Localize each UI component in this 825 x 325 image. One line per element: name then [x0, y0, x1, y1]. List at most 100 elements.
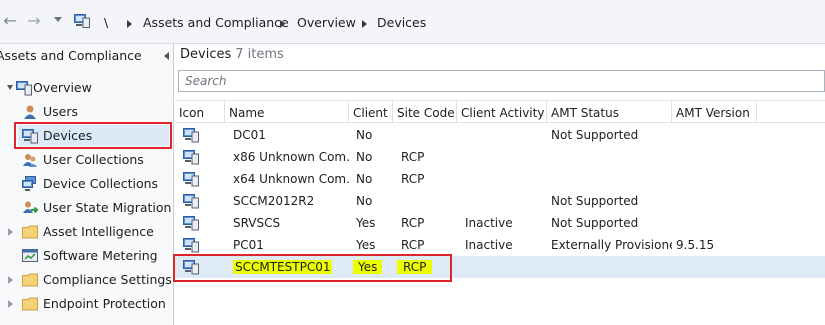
cell-amt-status: Not Supported: [551, 194, 639, 208]
software-metering-icon: [22, 249, 38, 262]
sidebar-item-software-metering[interactable]: Software Metering: [0, 245, 174, 267]
column-header-amt-status[interactable]: AMT Status: [547, 101, 672, 123]
cell-client: Yes: [356, 216, 376, 230]
breadcrumb-overview[interactable]: Overview: [297, 0, 356, 44]
users-icon: [24, 105, 36, 119]
sidebar-item-label: Overview: [33, 80, 92, 95]
cell-amt-status: [547, 256, 672, 278]
sidebar-item-asset-intelligence[interactable]: Asset Intelligence: [0, 221, 174, 243]
item-count: 7 items: [235, 47, 284, 62]
cell-amt-version: [672, 124, 757, 146]
sidebar-item-compliance-settings[interactable]: Compliance Settings: [0, 269, 174, 291]
cell-amt-status: Externally Provisioned: [551, 238, 672, 252]
annotation-box-row: [173, 254, 452, 282]
cell-amt-status: Not Supported: [551, 216, 639, 230]
cell-amt-version: [672, 256, 757, 278]
navigation-bar: ← → \ Assets and Compliance Overview Dev…: [0, 0, 825, 44]
breadcrumb-separator-icon[interactable]: [280, 20, 285, 28]
column-header-client[interactable]: Client: [349, 101, 393, 123]
table-row[interactable]: DC01 No Not Supported: [175, 124, 825, 146]
sidebar-item-endpoint-protection[interactable]: Endpoint Protection: [0, 293, 174, 315]
breadcrumb-devices[interactable]: Devices: [377, 0, 426, 44]
sidebar-item-user-collections[interactable]: User Collections: [0, 149, 174, 171]
cell-amt-version: 9.5.15: [676, 238, 715, 252]
cell-amt-version: [672, 168, 757, 190]
expand-open-icon[interactable]: [7, 85, 13, 90]
table-row[interactable]: SCCM2012R2 No Not Supported: [175, 190, 825, 212]
device-icon: [183, 238, 199, 253]
breadcrumb-assets-and-compliance[interactable]: Assets and Compliance: [143, 0, 289, 44]
expand-closed-icon[interactable]: [8, 228, 13, 236]
sidebar-item-users[interactable]: Users: [0, 101, 174, 123]
sidebar-item-label: User Collections: [43, 152, 144, 167]
sidebar-item-label: User State Migration: [43, 200, 172, 215]
collapse-pane-icon[interactable]: [164, 52, 169, 60]
search-placeholder: Search: [185, 74, 227, 88]
table-row[interactable]: PC01 Yes RCP Inactive Externally Provisi…: [175, 234, 825, 256]
cell-client-activity: [461, 168, 547, 190]
device-icon: [183, 194, 199, 209]
cell-client-activity: [461, 256, 547, 278]
cell-name: PC01: [233, 238, 264, 252]
cell-amt-version: [672, 212, 757, 234]
cell-name: SRVSCS: [233, 216, 281, 230]
device-icon: [183, 172, 199, 187]
cell-site-code: RCP: [401, 172, 425, 186]
sidebar-item-label: Endpoint Protection: [43, 296, 166, 311]
sidebar-item-overview[interactable]: Overview: [0, 77, 174, 99]
cell-amt-version: [672, 146, 757, 168]
breadcrumb-separator-icon[interactable]: [127, 20, 132, 28]
folder-icon: [22, 297, 38, 311]
table-row[interactable]: x64 Unknown Com... No RCP: [175, 168, 825, 190]
sidebar-item-label: Compliance Settings: [43, 272, 172, 287]
cell-client: No: [356, 194, 373, 208]
user-state-migration-icon: [23, 201, 38, 214]
cell-client: No: [356, 172, 373, 186]
device-collections-icon: [22, 176, 36, 191]
back-arrow-icon[interactable]: ←: [0, 11, 20, 31]
sidebar-item-device-collections[interactable]: Device Collections: [0, 173, 174, 195]
device-icon: [183, 216, 199, 231]
breadcrumb-root[interactable]: \: [104, 0, 108, 44]
sidebar-item-label: Device Collections: [43, 176, 159, 191]
cell-amt-status: Not Supported: [551, 128, 639, 142]
workspace-title: Assets and Compliance: [0, 48, 142, 63]
expand-closed-icon[interactable]: [8, 300, 13, 308]
sidebar-item-user-state-migration[interactable]: User State Migration: [0, 197, 174, 219]
cell-name: x64 Unknown Com...: [233, 172, 349, 186]
cell-client-activity: [461, 190, 547, 212]
search-input[interactable]: Search: [178, 70, 825, 92]
table-row[interactable]: x86 Unknown Com... No RCP: [175, 146, 825, 168]
overview-icon: [16, 81, 32, 96]
cell-client-activity: Inactive: [465, 238, 513, 252]
page-title: Devices 7 items: [180, 47, 284, 62]
column-header-amt-version[interactable]: AMT Version: [672, 101, 757, 123]
sidebar-item-label: Users: [43, 104, 79, 119]
breadcrumb-separator-icon[interactable]: [362, 20, 367, 28]
cell-client-activity: [461, 146, 547, 168]
forward-arrow-icon[interactable]: →: [24, 11, 44, 31]
cell-amt-status: [547, 146, 672, 168]
column-header-site-code[interactable]: Site Code: [393, 101, 457, 123]
sidebar-item-label: Asset Intelligence: [43, 224, 154, 239]
cell-name: SCCM2012R2: [233, 194, 315, 208]
cell-name: DC01: [233, 128, 266, 142]
cell-client-activity: [461, 124, 547, 146]
column-header-client-activity[interactable]: Client Activity: [457, 101, 547, 123]
cell-site-code: [397, 190, 457, 212]
column-header-name[interactable]: Name: [225, 101, 349, 123]
table-row[interactable]: SRVSCS Yes RCP Inactive Not Supported: [175, 212, 825, 234]
cell-site-code: [397, 124, 457, 146]
cell-site-code: RCP: [401, 238, 425, 252]
user-collections-icon: [23, 154, 37, 167]
cell-site-code: RCP: [401, 150, 425, 164]
workspace-header: Assets and Compliance: [0, 44, 174, 68]
annotation-box-devices: [14, 122, 172, 149]
results-pane: Devices 7 items Search Icon Name Client S…: [173, 44, 825, 325]
sidebar-item-label: Software Metering: [43, 248, 158, 263]
dropdown-icon[interactable]: [54, 17, 62, 22]
column-header-icon[interactable]: Icon: [175, 101, 225, 123]
cell-name: x86 Unknown Com...: [233, 150, 349, 164]
folder-icon: [22, 273, 38, 287]
expand-closed-icon[interactable]: [8, 276, 13, 284]
